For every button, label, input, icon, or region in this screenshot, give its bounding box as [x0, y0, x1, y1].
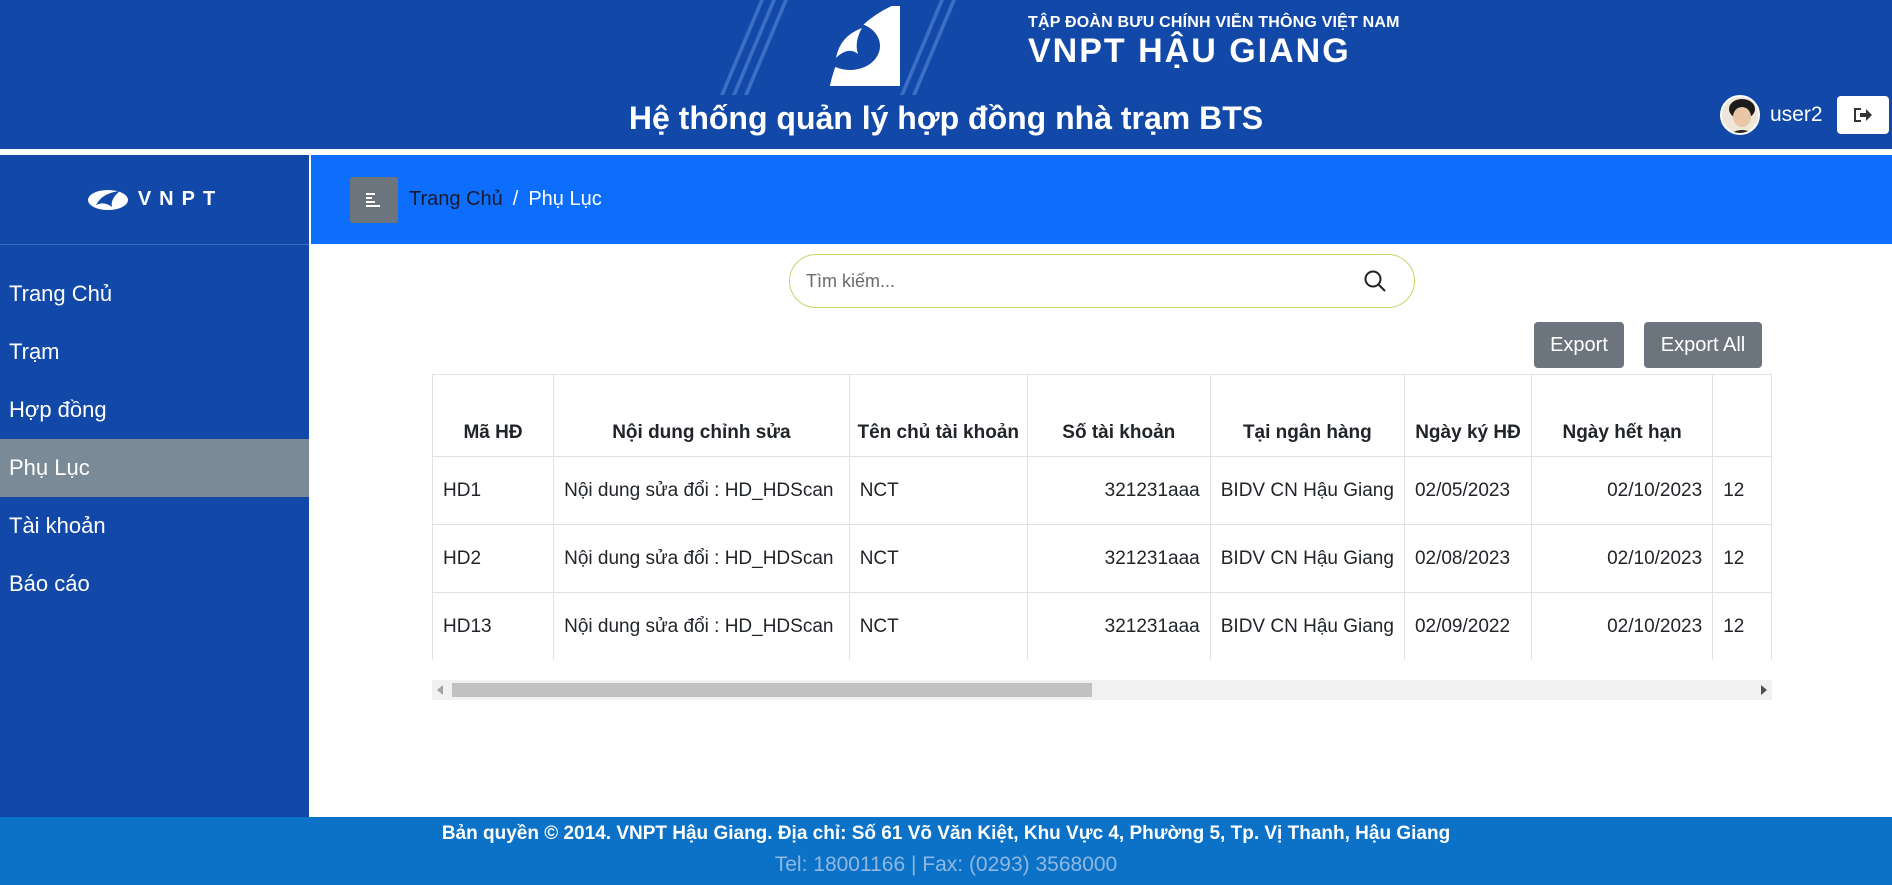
- table-cell: Nội dung sửa đổi : HD_HDScan: [553, 524, 850, 593]
- table-cell: 02/05/2023: [1403, 456, 1533, 525]
- scroll-left-icon[interactable]: [437, 685, 443, 695]
- table-cell: BIDV CN Hậu Giang: [1209, 524, 1405, 593]
- footer-contact: Tel: 18001166 | Fax: (0293) 3568000: [774, 853, 1118, 876]
- sidebar-toggle-button[interactable]: [350, 177, 398, 223]
- breadcrumb-bar: Trang Chủ / Phụ Lục: [311, 155, 1892, 244]
- table-cell: 02/10/2023: [1531, 524, 1714, 593]
- table-cell: BIDV CN Hậu Giang: [1209, 456, 1405, 525]
- table-cell: HD2: [432, 524, 555, 593]
- table-cell: 321231aaa: [1026, 524, 1211, 593]
- top-header: TẬP ĐOÀN BƯU CHÍNH VIỄN THÔNG VIỆT NAM V…: [0, 0, 1892, 149]
- sidebar-item-tai-khoan[interactable]: Tài khoản: [0, 497, 309, 555]
- column-header[interactable]: Tại ngân hàng: [1209, 374, 1405, 457]
- table-row[interactable]: HD13 Nội dung sửa đổi : HD_HDScan NCT 32…: [432, 592, 1772, 660]
- sidebar: VNPT Trang Chủ Trạm Hợp đồng Phụ Lục Tài…: [0, 155, 309, 817]
- table-cell: 321231aaa: [1026, 456, 1211, 525]
- horizontal-scrollbar[interactable]: [432, 680, 1772, 700]
- table-container[interactable]: Mã HĐ Nội dung chỉnh sửa Tên chủ tài kho…: [432, 374, 1772, 660]
- export-button[interactable]: Export: [1534, 322, 1624, 368]
- table-cell: 02/10/2023: [1531, 456, 1714, 525]
- user-avatar[interactable]: [1720, 95, 1760, 135]
- system-title: Hệ thống quản lý hợp đồng nhà trạm BTS: [628, 100, 1264, 136]
- sidebar-item-tram[interactable]: Trạm: [0, 323, 309, 381]
- table-cell: HD13: [432, 592, 555, 660]
- logout-icon: [1853, 108, 1872, 122]
- breadcrumb-separator: /: [512, 188, 519, 210]
- footer-copyright: Bản quyền © 2014. VNPT Hậu Giang. Địa ch…: [441, 823, 1451, 844]
- user-menu: user2: [1720, 95, 1889, 135]
- sidebar-item-phu-luc[interactable]: Phụ Lục: [0, 439, 309, 497]
- table-cell: Nội dung sửa đổi : HD_HDScan: [553, 592, 850, 660]
- sidebar-item-bao-cao[interactable]: Báo cáo: [0, 555, 309, 613]
- sidebar-item-trang-chu[interactable]: Trang Chủ: [0, 265, 309, 323]
- vnpt-logo-icon: [820, 6, 900, 86]
- table-row[interactable]: HD1 Nội dung sửa đổi : HD_HDScan NCT 321…: [432, 456, 1772, 525]
- table-cell: NCT: [848, 456, 1028, 525]
- column-header[interactable]: Tên chủ tài khoản: [848, 374, 1028, 457]
- column-header[interactable]: [1712, 374, 1772, 457]
- search-icon[interactable]: [1362, 268, 1388, 294]
- table-header-row: Mã HĐ Nội dung chỉnh sửa Tên chủ tài kho…: [432, 374, 1772, 457]
- logout-button[interactable]: [1836, 96, 1889, 134]
- table-cell: 321231aaa: [1026, 592, 1211, 660]
- table-cell: BIDV CN Hậu Giang: [1209, 592, 1405, 660]
- table-cell: NCT: [848, 592, 1028, 660]
- user-name[interactable]: user2: [1770, 103, 1823, 127]
- sidebar-logo-text: VNPT: [137, 188, 224, 210]
- table-cell: 12: [1712, 524, 1772, 593]
- sidebar-menu: Trang Chủ Trạm Hợp đồng Phụ Lục Tài khoả…: [0, 265, 309, 613]
- search-input[interactable]: [806, 270, 1362, 292]
- column-header[interactable]: Nội dung chỉnh sửa: [553, 374, 850, 457]
- table-cell: 12: [1712, 592, 1772, 660]
- table-row[interactable]: HD2 Nội dung sửa đổi : HD_HDScan NCT 321…: [432, 524, 1772, 593]
- sidebar-item-hop-dong[interactable]: Hợp đồng: [0, 381, 309, 439]
- table-cell: Nội dung sửa đổi : HD_HDScan: [553, 456, 850, 525]
- org-top-text: TẬP ĐOÀN BƯU CHÍNH VIỄN THÔNG VIỆT NAM: [1028, 14, 1400, 31]
- table-cell: NCT: [848, 524, 1028, 593]
- scrollbar-thumb[interactable]: [452, 683, 1092, 697]
- table-cell: HD1: [432, 456, 555, 525]
- column-header[interactable]: Mã HĐ: [432, 374, 555, 457]
- main-content: Trang Chủ / Phụ Lục Export Export All Mã…: [309, 155, 1892, 817]
- column-header[interactable]: Số tài khoản: [1026, 374, 1211, 457]
- search-box: [789, 254, 1415, 308]
- breadcrumb-current: Phụ Lục: [528, 188, 602, 210]
- org-main-text: VNPT HẬU GIANG: [1028, 32, 1351, 70]
- menu-lines-icon: [366, 193, 380, 207]
- footer: Bản quyền © 2014. VNPT Hậu Giang. Địa ch…: [0, 817, 1892, 885]
- appendix-table: Mã HĐ Nội dung chỉnh sửa Tên chủ tài kho…: [432, 374, 1772, 660]
- breadcrumb: Trang Chủ / Phụ Lục: [409, 188, 602, 211]
- scroll-right-icon[interactable]: [1761, 685, 1767, 695]
- vnpt-small-logo-icon: [87, 189, 128, 210]
- avatar-icon: [1722, 97, 1758, 133]
- table-cell: 02/09/2022: [1403, 592, 1533, 660]
- table-cell: 02/10/2023: [1531, 592, 1714, 660]
- column-header[interactable]: Ngày hết hạn: [1531, 374, 1714, 457]
- column-header[interactable]: Ngày ký HĐ: [1403, 374, 1533, 457]
- table-cell: 12: [1712, 456, 1772, 525]
- table-cell: 02/08/2023: [1403, 524, 1533, 593]
- export-all-button[interactable]: Export All: [1644, 322, 1762, 368]
- sidebar-logo[interactable]: VNPT: [0, 155, 309, 245]
- breadcrumb-home-link[interactable]: Trang Chủ: [409, 188, 503, 211]
